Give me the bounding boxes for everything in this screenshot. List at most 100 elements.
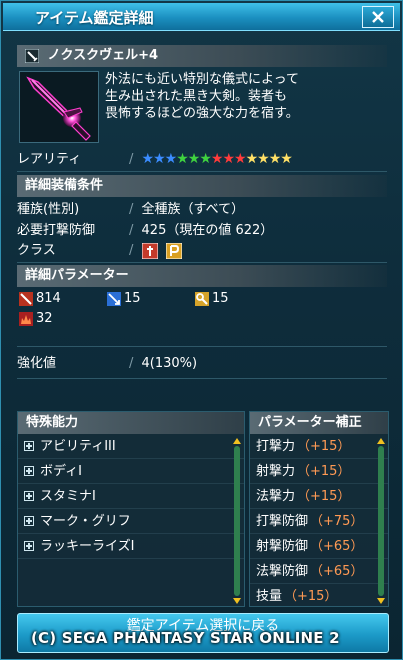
ability-name: アビリティIII xyxy=(40,438,116,454)
ranged-attack-icon xyxy=(107,291,121,306)
equip-conditions-header: 詳細装備条件 xyxy=(17,175,387,197)
scrollbar[interactable] xyxy=(378,446,384,596)
bonus-item: 打撃防御 （+75） xyxy=(250,509,388,534)
required-defense-label: 必要打撃防御 xyxy=(17,223,96,238)
bonus-label: 法撃力 xyxy=(256,488,296,504)
ranged-attack-value: 15 xyxy=(124,291,141,306)
close-button[interactable] xyxy=(362,6,394,28)
expand-plus-icon xyxy=(24,541,34,551)
rarity-star-icon: ★ xyxy=(222,151,235,167)
scroll-down-arrow-icon[interactable] xyxy=(377,598,385,604)
rarity-star-icon: ★ xyxy=(268,151,282,167)
striking-attack-value: 814 xyxy=(36,291,61,306)
bonus-label: 技量 xyxy=(256,589,283,604)
bonus-label: 射撃力 xyxy=(256,463,296,479)
rarity-star-icon: ★ xyxy=(164,151,178,167)
bonus-label: 射撃防御 xyxy=(256,538,309,554)
bonus-value: （+15） xyxy=(297,438,351,454)
scroll-up-arrow-icon[interactable] xyxy=(377,438,385,444)
rarity-star-icon: ★ xyxy=(257,151,270,167)
scrollbar[interactable] xyxy=(234,446,240,596)
rarity-star-icon: ★ xyxy=(245,151,259,167)
scroll-up-arrow-icon[interactable] xyxy=(233,438,241,444)
ability-name: マーク・グリフ xyxy=(40,513,131,529)
class-row: クラス / xyxy=(17,240,183,262)
special-abilities-list: アビリティIII ボディI スタミナI マーク・グリフ ラッキーライズI xyxy=(18,434,244,559)
special-abilities-panel: 特殊能力 アビリティIII ボディI スタミナI マーク・グリフ ラッキーライズ… xyxy=(17,411,245,607)
required-defense-row: 必要打撃防御/ 425（現在の値 622） xyxy=(17,220,273,242)
ability-item[interactable]: アビリティIII xyxy=(18,434,244,459)
description-line: 生み出された黒き大剣。装者も xyxy=(105,89,288,104)
item-name: ノクスクヴェル+4 xyxy=(47,48,159,63)
bonus-label: 打撃力 xyxy=(256,438,296,454)
grind-label: 強化値 xyxy=(17,356,57,371)
item-image xyxy=(19,71,99,143)
bonus-item: 技量 （+15） xyxy=(250,584,388,609)
expand-plus-icon xyxy=(24,466,34,476)
bonus-item: 打撃力 （+15） xyxy=(250,434,388,459)
element-value: 32 xyxy=(36,311,53,326)
rarity-stars: ★★★★★★★★★★★★★ xyxy=(142,148,293,171)
detail-parameters-header: 詳細パラメーター xyxy=(17,265,387,287)
grind-row: 強化値/ 4(130%) xyxy=(17,353,197,375)
rarity-label: レアリティ xyxy=(17,152,82,167)
bonus-value: （+15） xyxy=(284,589,338,604)
ranged-attack-stat: 15 xyxy=(107,291,141,306)
scroll-down-arrow-icon[interactable] xyxy=(233,598,241,604)
hunter-class-icon xyxy=(141,242,159,259)
rarity-star-icon: ★ xyxy=(234,151,247,167)
bonus-value: （+65） xyxy=(310,538,364,554)
ability-name: ラッキーライズI xyxy=(40,538,135,554)
technique-attack-stat: 15 xyxy=(195,291,229,306)
sword-category-icon xyxy=(25,48,39,63)
ability-name: スタミナI xyxy=(40,488,96,504)
grind-value: 4(130%) xyxy=(141,356,198,371)
bonus-item: 法撃力 （+15） xyxy=(250,484,388,509)
rarity-star-icon: ★ xyxy=(199,151,212,167)
bonus-value: （+65） xyxy=(310,563,364,579)
ability-name: ボディI xyxy=(40,463,82,479)
special-abilities-header: 特殊能力 xyxy=(18,412,244,434)
rarity-star-icon: ★ xyxy=(187,151,201,167)
phantom-class-icon xyxy=(165,242,183,259)
title-bar: アイテム鑑定詳細 xyxy=(3,3,400,31)
element-stat: 32 xyxy=(19,311,53,326)
nox-kuvel-sword-icon xyxy=(26,76,91,141)
rarity-star-icon: ★ xyxy=(153,151,166,167)
parameter-bonus-panel: パラメーター補正 打撃力 （+15） 射撃力 （+15） 法撃力 （+15） 打撃防御… xyxy=(249,411,389,607)
item-appraisal-window: アイテム鑑定詳細 ノクスクヴェル+4 外法にも近い特別な儀式によって 生み出され… xyxy=(0,0,403,660)
race-row: 種族(性別) / 全種族（すべて） xyxy=(17,199,244,221)
description-line: 畏怖するほどの強大な力を宿す。 xyxy=(105,106,299,121)
divider xyxy=(17,262,387,263)
ability-item[interactable]: ラッキーライズI xyxy=(18,534,244,559)
bonus-item: 射撃力 （+15） xyxy=(250,459,388,484)
ability-item[interactable]: スタミナI xyxy=(18,484,244,509)
bonus-item: 法撃防御 （+65） xyxy=(250,559,388,584)
item-description: 外法にも近い特別な儀式によって 生み出された黒き大剣。装者も 畏怖するほどの強大… xyxy=(105,71,385,122)
rarity-star-icon: ★ xyxy=(280,151,293,167)
fire-element-icon xyxy=(19,311,33,326)
parameter-bonus-header: パラメーター補正 xyxy=(250,412,388,434)
striking-attack-icon xyxy=(19,291,33,306)
class-label: クラス xyxy=(17,243,56,258)
bonus-label: 法撃防御 xyxy=(256,563,309,579)
ability-item[interactable]: ボディI xyxy=(18,459,244,484)
expand-plus-icon xyxy=(24,516,34,526)
window-title: アイテム鑑定詳細 xyxy=(35,9,154,27)
rarity-star-icon: ★ xyxy=(210,151,224,167)
striking-attack-stat: 814 xyxy=(19,291,61,306)
ability-item[interactable]: マーク・グリフ xyxy=(18,509,244,534)
rarity-star-icon: ★ xyxy=(176,151,189,167)
expand-plus-icon xyxy=(24,441,34,451)
description-line: 外法にも近い特別な儀式によって xyxy=(105,72,299,87)
required-defense-value: 425（現在の値 622） xyxy=(141,223,274,238)
rarity-row: レアリティ / ★★★★★★★★★★★★★ xyxy=(17,148,293,171)
expand-plus-icon xyxy=(24,491,34,501)
parameter-bonus-list: 打撃力 （+15） 射撃力 （+15） 法撃力 （+15） 打撃防御 （+75） 射撃防… xyxy=(250,434,388,609)
bonus-label: 打撃防御 xyxy=(256,513,309,529)
bonus-value: （+15） xyxy=(297,488,351,504)
bonus-value: （+15） xyxy=(297,463,351,479)
divider xyxy=(17,171,387,172)
technique-attack-value: 15 xyxy=(212,291,229,306)
divider xyxy=(17,378,387,379)
